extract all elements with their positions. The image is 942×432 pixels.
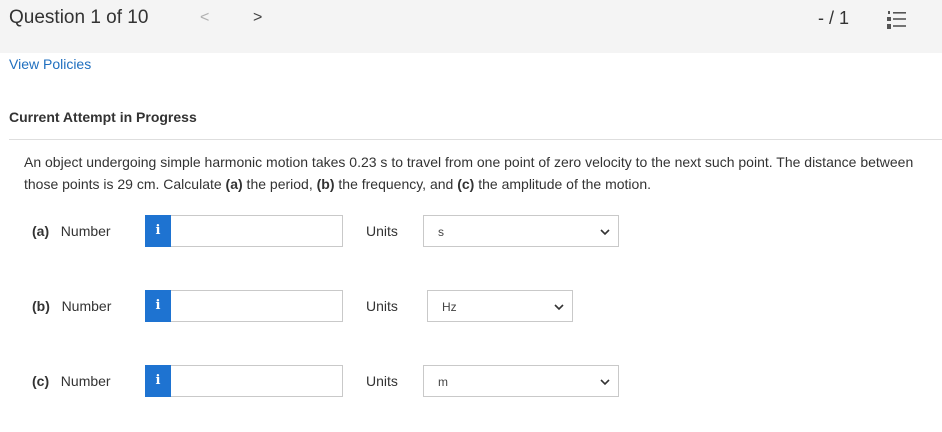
part-b-label: (b) Number <box>32 298 112 314</box>
answer-row-c: (c) Number i Units m <box>0 365 942 399</box>
part-a-label: (a) Number <box>32 223 111 239</box>
units-b-select[interactable]: Hz <box>427 290 573 322</box>
numbered-list-icon[interactable] <box>886 9 908 31</box>
units-c-selected: m <box>438 375 448 389</box>
chevron-down-icon <box>554 304 564 311</box>
units-label: Units <box>366 298 398 314</box>
previous-question-icon[interactable]: < <box>200 9 209 27</box>
answer-a-input[interactable] <box>171 215 343 247</box>
answer-row-a: (a) Number i Units s <box>0 215 942 249</box>
next-question-icon[interactable]: > <box>253 9 262 27</box>
units-c-select[interactable]: m <box>423 365 619 397</box>
units-a-selected: s <box>438 225 444 239</box>
chevron-down-icon <box>600 229 610 236</box>
chevron-down-icon <box>600 379 610 386</box>
view-policies-link[interactable]: View Policies <box>9 56 91 72</box>
question-title: Question 1 of 10 <box>9 7 149 28</box>
divider <box>9 139 942 140</box>
question-prompt: An object undergoing simple harmonic mot… <box>24 154 914 192</box>
info-button[interactable]: i <box>145 290 171 322</box>
info-button[interactable]: i <box>145 215 171 247</box>
answer-c-input[interactable] <box>171 365 343 397</box>
question-score: - / 1 <box>818 8 850 28</box>
answer-row-b: (b) Number i Units Hz <box>0 290 942 324</box>
attempt-status-heading: Current Attempt in Progress <box>9 109 197 125</box>
units-label: Units <box>366 373 398 389</box>
units-a-select[interactable]: s <box>423 215 619 247</box>
question-header-bar: Question 1 of 10 < > - / 1 <box>0 0 942 53</box>
info-button[interactable]: i <box>145 365 171 397</box>
units-b-selected: Hz <box>442 300 457 314</box>
part-c-label: (c) Number <box>32 373 111 389</box>
answer-b-input[interactable] <box>171 290 343 322</box>
units-label: Units <box>366 223 398 239</box>
